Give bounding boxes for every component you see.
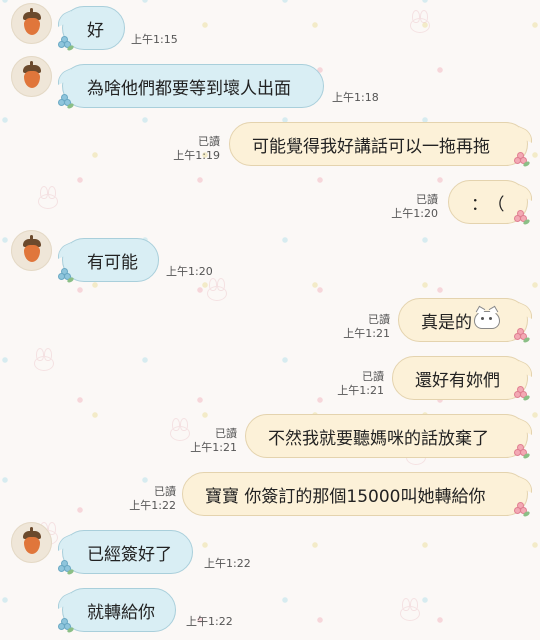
pink-flower-icon [514, 152, 531, 168]
read-receipt: 已讀 [215, 427, 237, 440]
pink-flower-icon [514, 502, 531, 518]
pink-flower-icon [514, 386, 531, 402]
message-meta: 已讀 上午1:20 [391, 193, 438, 221]
message-text: 還好有妳們 [415, 370, 500, 391]
message-bubble-sent[interactable]: 還好有妳們 [392, 356, 528, 400]
read-receipt: 已讀 [198, 135, 220, 148]
message-bubble-received[interactable]: 有可能 [62, 238, 159, 282]
blue-flower-icon [58, 94, 75, 110]
message-text: 寶寶 你簽訂的那個15000叫她轉給你 [205, 486, 486, 507]
bunny-decoration-icon [205, 278, 227, 301]
message-time: 上午1:21 [190, 441, 237, 454]
avatar[interactable] [11, 522, 52, 563]
message-time: 上午1:22 [204, 557, 251, 570]
message-bubble-sent[interactable]: 可能覺得我好講話可以一拖再拖 [229, 122, 528, 166]
read-receipt: 已讀 [416, 193, 438, 206]
message-meta: 上午1:15 [131, 33, 178, 47]
bunny-decoration-icon [32, 348, 54, 371]
read-receipt: 已讀 [154, 485, 176, 498]
message-bubble-received[interactable]: 就轉給你 [62, 588, 176, 632]
message-meta: 上午1:20 [166, 265, 213, 279]
message-text: 為啥他們都要等到壞人出面 [87, 78, 291, 99]
message-text: 有可能 [87, 252, 138, 273]
message-time: 上午1:21 [337, 384, 384, 397]
message-time: 上午1:15 [131, 33, 178, 46]
message-meta: 已讀 上午1:22 [129, 485, 176, 513]
cat-face-emoji-icon [474, 311, 500, 329]
message-bubble-received[interactable]: 已經簽好了 [62, 530, 193, 574]
blue-flower-icon [58, 560, 75, 576]
message-meta: 已讀 上午1:21 [190, 427, 237, 455]
bunny-decoration-icon [398, 598, 420, 621]
message-time: 上午1:19 [173, 149, 220, 162]
message-bubble-received[interactable]: 為啥他們都要等到壞人出面 [62, 64, 324, 108]
message-text: ：（ [471, 194, 513, 215]
message-time: 上午1:20 [391, 207, 438, 220]
bunny-decoration-icon [36, 186, 58, 209]
message-bubble-sent[interactable]: 真是的 [398, 298, 528, 342]
message-time: 上午1:18 [332, 91, 379, 104]
message-text: 可能覺得我好講話可以一拖再拖 [252, 136, 490, 157]
avatar[interactable] [11, 230, 52, 271]
bunny-decoration-icon [408, 10, 430, 33]
message-bubble-sent[interactable]: 不然我就要聽媽咪的話放棄了 [245, 414, 528, 458]
pink-flower-icon [514, 444, 531, 460]
message-meta: 上午1:22 [186, 615, 233, 629]
message-bubble-sent[interactable]: 寶寶 你簽訂的那個15000叫她轉給你 [182, 472, 528, 516]
blue-flower-icon [58, 618, 75, 634]
message-text: 不然我就要聽媽咪的話放棄了 [268, 428, 489, 449]
message-meta: 已讀 上午1:21 [343, 313, 390, 341]
message-meta: 上午1:22 [204, 557, 251, 571]
message-text: 已經簽好了 [87, 544, 172, 565]
message-time: 上午1:20 [166, 265, 213, 278]
blue-flower-icon [58, 36, 75, 52]
bunny-decoration-icon [168, 418, 190, 441]
pink-flower-icon [514, 210, 531, 226]
message-text: 就轉給你 [87, 602, 155, 623]
message-meta: 已讀 上午1:19 [173, 135, 220, 163]
avatar[interactable] [11, 3, 52, 44]
message-meta: 上午1:18 [332, 91, 379, 105]
message-time: 上午1:21 [343, 327, 390, 340]
read-receipt: 已讀 [368, 313, 390, 326]
message-text: 好 [87, 20, 104, 41]
pink-flower-icon [514, 328, 531, 344]
avatar[interactable] [11, 56, 52, 97]
message-time: 上午1:22 [129, 499, 176, 512]
message-text: 真是的 [421, 312, 472, 333]
read-receipt: 已讀 [362, 370, 384, 383]
message-meta: 已讀 上午1:21 [337, 370, 384, 398]
blue-flower-icon [58, 268, 75, 284]
message-time: 上午1:22 [186, 615, 233, 628]
